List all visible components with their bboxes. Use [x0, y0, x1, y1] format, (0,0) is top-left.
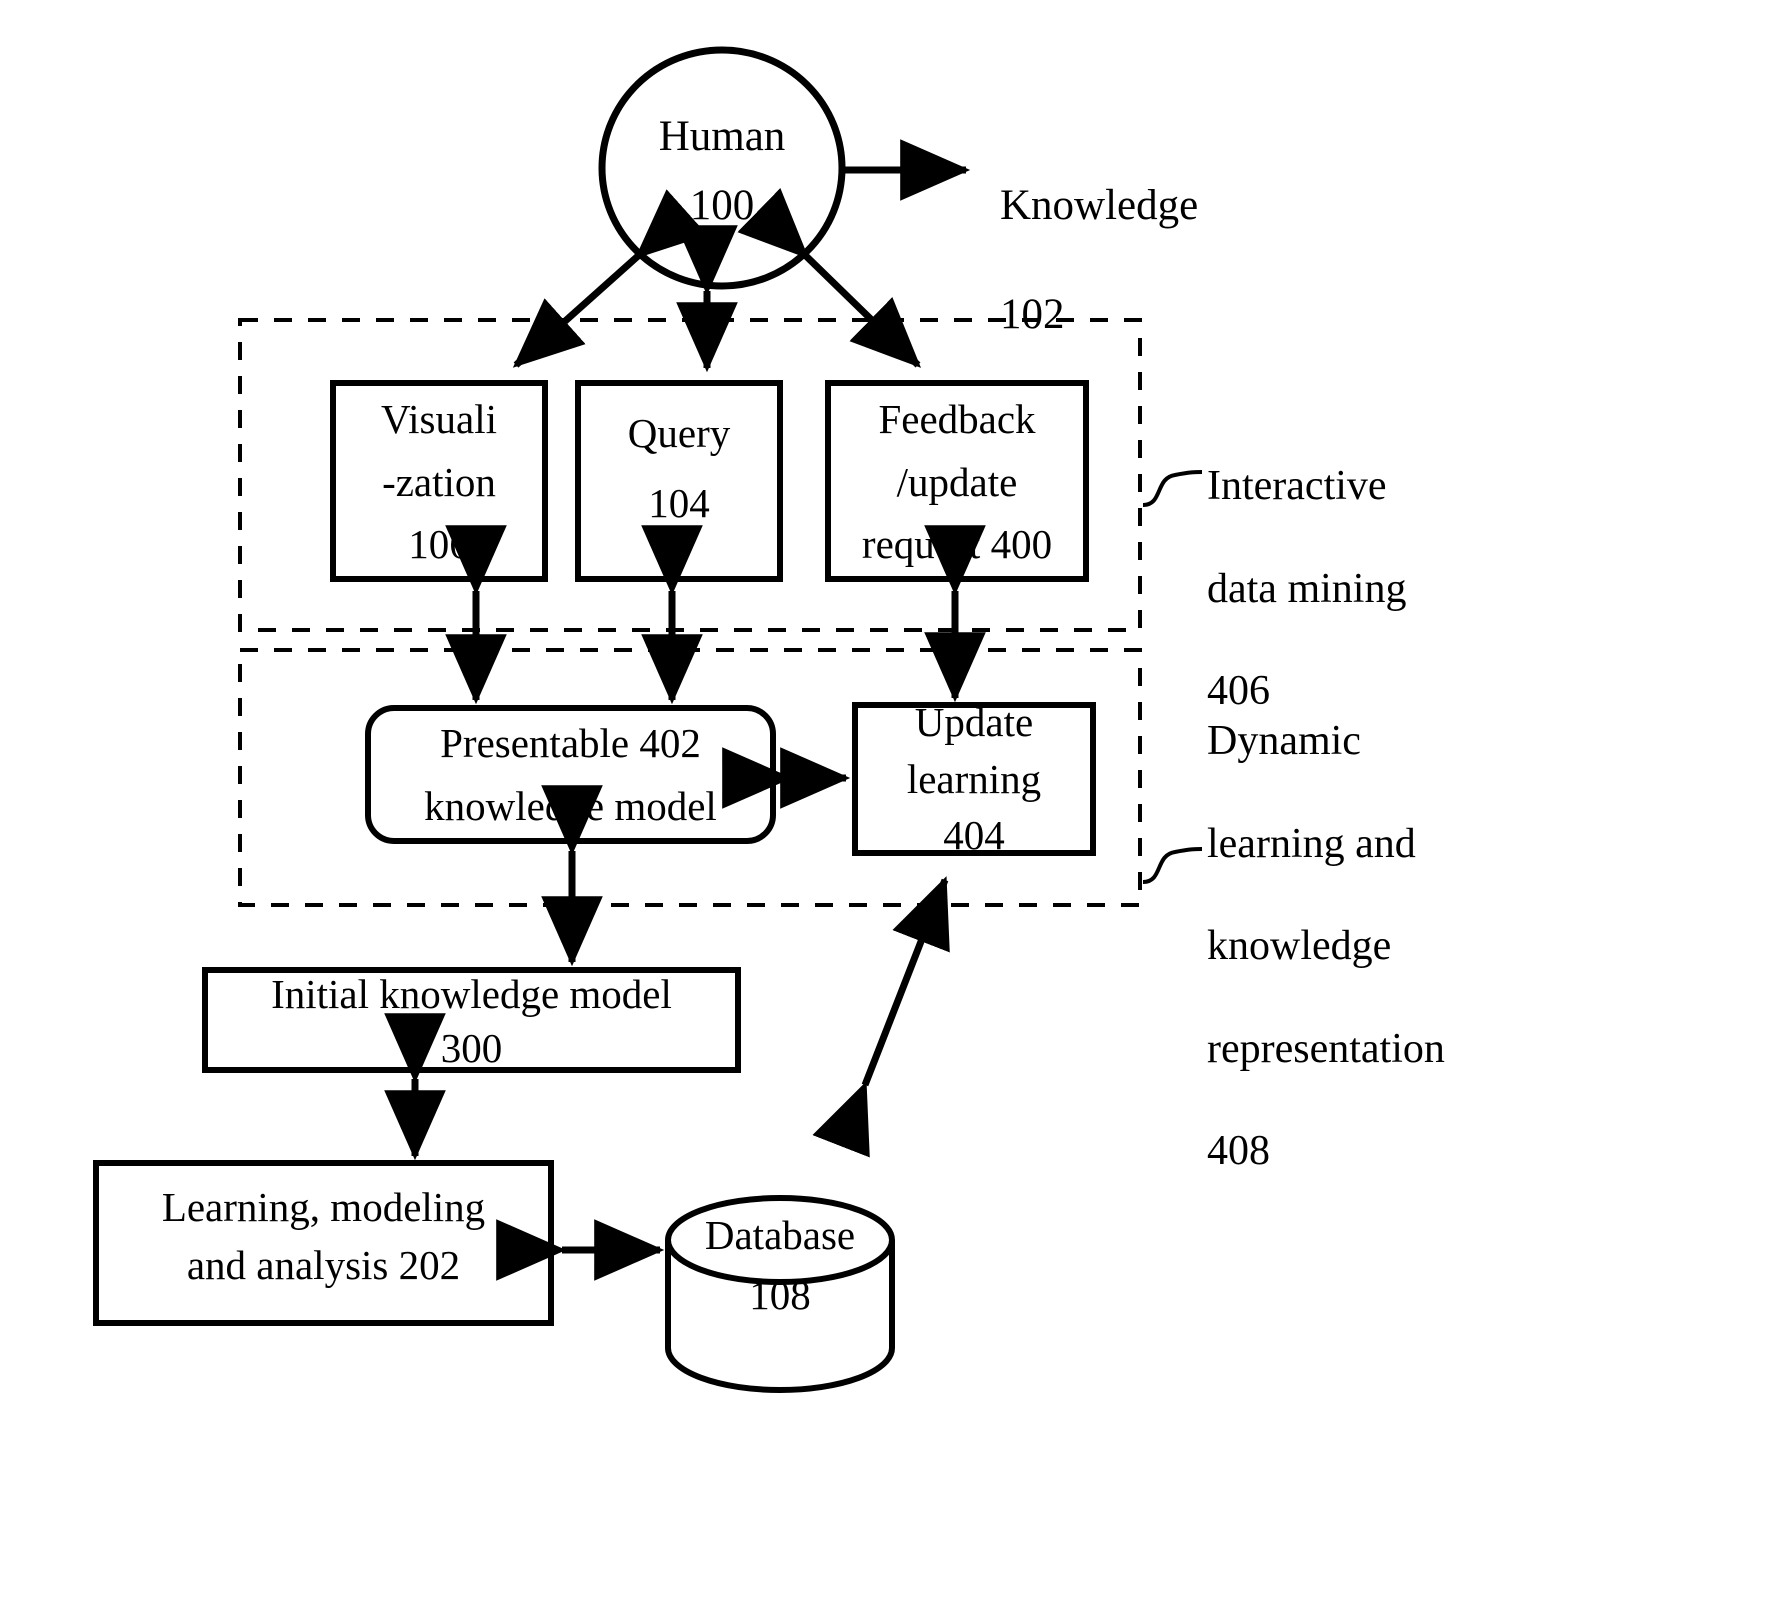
- interactive-label-line-2: data mining: [1207, 565, 1407, 612]
- leader-squiggle-dynamic: [1142, 847, 1203, 884]
- query-label-ref: 104: [648, 480, 710, 526]
- connector-human-to-visualization: [512, 189, 708, 368]
- human-label-ref: 100: [689, 182, 755, 229]
- query-node-label: Query 104: [578, 403, 780, 533]
- interactive-label-line-1: Interactive: [1207, 463, 1387, 510]
- figure-canvas: Human 100 Knowledge 102 Visuali -zation …: [0, 0, 1774, 1616]
- presentable-label-line-2: knowledge model: [424, 782, 717, 829]
- database-label-ref: 108: [749, 1272, 811, 1318]
- connector-human-to-feedback: [737, 188, 922, 368]
- knowledge-node-label: Knowledge 102: [1000, 130, 1300, 392]
- update-learning-box-shape: [852, 702, 1096, 856]
- dynamic-label-line-3: knowledge: [1207, 923, 1392, 970]
- visualization-label-ref: 106: [408, 521, 470, 568]
- dynamic-label-line-4: representation: [1207, 1025, 1445, 1072]
- presentable-node-label: Presentable 402 knowledge model: [368, 720, 773, 829]
- dynamic-label-ref: 408: [1207, 1128, 1270, 1175]
- feedback-box-shape: [825, 380, 1089, 582]
- initial-model-box-shape: [202, 967, 741, 1073]
- presentable-box-shape: [365, 705, 776, 844]
- presentable-label-line-1: Presentable 402: [440, 720, 701, 767]
- visualization-box-shape: [330, 380, 548, 582]
- visualization-node-label: Visuali -zation 106: [333, 396, 545, 568]
- leader-squiggle-interactive: [1142, 470, 1203, 507]
- update-learning-label-ref: 404: [943, 812, 1005, 859]
- human-ellipse-shape: [598, 46, 846, 290]
- initial-model-label-ref: 300: [440, 1025, 503, 1071]
- query-box-shape: [575, 380, 783, 582]
- group-box-interactive-data-mining: [238, 318, 1142, 632]
- query-label-line-1: Query: [627, 409, 731, 456]
- group-box-dynamic-learning: [238, 648, 1142, 907]
- dynamic-learning-group-label: Dynamic learning and knowledge represent…: [1207, 665, 1547, 1229]
- learning-modeling-label-line-2: and analysis 202: [186, 1242, 461, 1288]
- initial-model-node-label: Initial knowledge model 300: [205, 971, 738, 1071]
- dynamic-label-line-2: learning and: [1207, 820, 1416, 867]
- feedback-label-line-2: /update: [896, 458, 1018, 505]
- visualization-label-line-2: -zation: [382, 458, 496, 505]
- database-cylinder-shape: [665, 1195, 895, 1393]
- learning-modeling-node-label: Learning, modeling and analysis 202: [96, 1182, 551, 1290]
- visualization-label-line-1: Visuali: [381, 396, 497, 443]
- update-learning-label-line-1: Update: [914, 699, 1034, 746]
- knowledge-label-ref: 102: [1000, 291, 1065, 339]
- connector-database-to-update-learning: [812, 876, 950, 1158]
- feedback-node-label: Feedback /update request 400: [828, 396, 1086, 568]
- knowledge-label-line-1: Knowledge: [1000, 181, 1199, 229]
- database-node-label: Database 108: [668, 1210, 892, 1320]
- initial-model-label-line-1: Initial knowledge model: [271, 970, 672, 1017]
- update-learning-node-label: Update learning 404: [855, 699, 1093, 858]
- learning-modeling-box-shape: [93, 1160, 554, 1326]
- dynamic-label-line-1: Dynamic: [1207, 718, 1361, 765]
- feedback-label-line-1: Feedback: [878, 396, 1036, 443]
- human-label-line-1: Human: [658, 113, 786, 161]
- learning-modeling-label-line-1: Learning, modeling: [161, 1183, 486, 1230]
- database-label-line-1: Database: [704, 1211, 856, 1258]
- feedback-label-ref: request 400: [861, 521, 1053, 568]
- human-node-label: Human 100: [602, 113, 842, 229]
- update-learning-label-line-2: learning: [906, 755, 1042, 802]
